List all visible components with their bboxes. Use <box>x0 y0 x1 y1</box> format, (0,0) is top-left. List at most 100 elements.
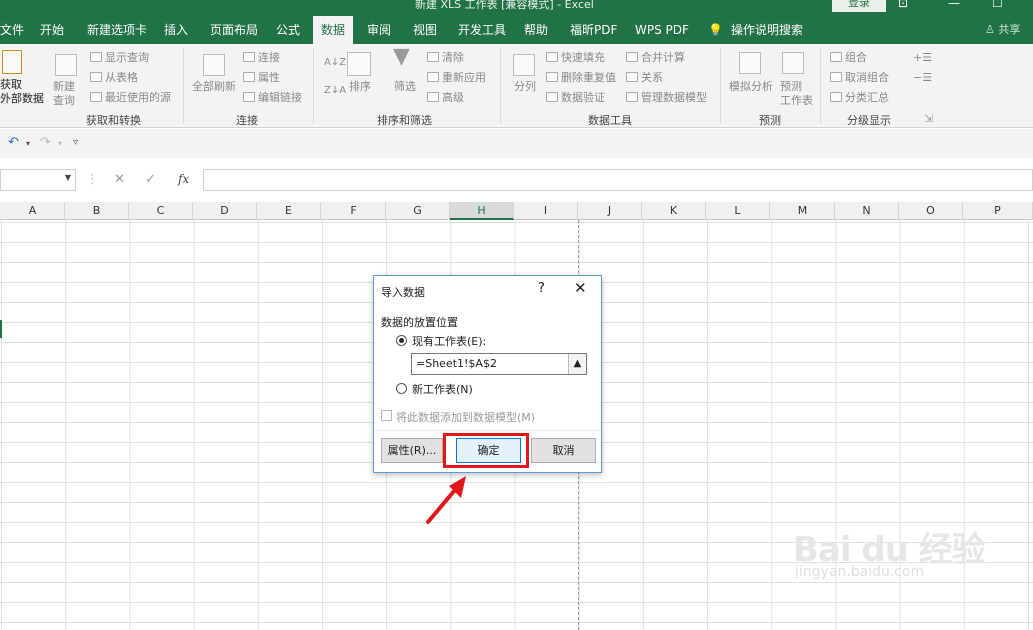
existing-sheet-radio[interactable] <box>396 335 407 346</box>
tell-me-search[interactable]: 操作说明搜索 <box>731 16 803 44</box>
undo-icon[interactable]: ↶ <box>8 135 19 150</box>
edit-links-button[interactable]: 编辑链接 <box>243 91 302 105</box>
sort-icon[interactable] <box>347 52 371 76</box>
formula-input[interactable] <box>203 169 1033 191</box>
lightbulb-icon[interactable]: 💡 <box>708 16 723 44</box>
column-header-l[interactable]: L <box>706 202 770 220</box>
tab-formulas[interactable]: 公式 <box>276 16 300 44</box>
what-if-icon[interactable] <box>739 52 761 74</box>
clear-button[interactable]: 清除 <box>427 51 464 65</box>
new-query-icon[interactable] <box>55 54 77 76</box>
tab-wps-pdf[interactable]: WPS PDF <box>635 16 689 44</box>
flash-fill-button[interactable]: 快速填充 <box>546 51 605 65</box>
hide-detail-icon[interactable]: −☰ <box>913 71 932 85</box>
add-to-data-model-checkbox[interactable] <box>381 410 392 421</box>
group-button[interactable]: 组合 <box>830 51 867 65</box>
tab-home[interactable]: 开始 <box>40 16 64 44</box>
tab-data[interactable]: 数据 <box>313 16 354 46</box>
insert-function-icon[interactable]: fx <box>178 172 189 186</box>
name-box[interactable]: ▼ <box>0 169 76 191</box>
tab-developer[interactable]: 开发工具 <box>458 16 506 44</box>
subtotal-button[interactable]: 分类汇总 <box>830 91 889 105</box>
reapply-button[interactable]: 重新应用 <box>427 71 486 85</box>
new-query-button[interactable]: 新建 查询 <box>53 80 75 108</box>
split-columns-icon[interactable] <box>513 54 535 76</box>
new-sheet-radio[interactable] <box>396 383 407 394</box>
sort-button[interactable]: 排序 <box>349 80 371 94</box>
maximize-icon[interactable]: ☐ <box>992 0 1003 10</box>
remove-duplicates-button[interactable]: 删除重复值 <box>546 71 616 85</box>
sort-za-icon[interactable]: Z↓A <box>324 84 346 98</box>
consolidate-button[interactable]: 合并计算 <box>626 51 685 65</box>
column-header-f[interactable]: F <box>322 202 386 220</box>
connections-icon <box>243 52 255 62</box>
existing-sheet-label[interactable]: 现有工作表(E): <box>412 333 486 349</box>
tab-view[interactable]: 视图 <box>413 16 437 44</box>
minimize-icon[interactable]: — <box>948 0 960 10</box>
what-if-analysis-button[interactable]: 模拟分析 <box>729 80 773 94</box>
tab-new-tab[interactable]: 新建选项卡 <box>87 16 147 44</box>
column-header-j[interactable]: J <box>578 202 642 220</box>
restore-ribbon-icon[interactable]: ⊡ <box>898 0 908 10</box>
refresh-all-icon[interactable] <box>203 54 225 76</box>
column-header-i[interactable]: I <box>514 202 578 220</box>
properties-button[interactable]: 属性 <box>243 71 280 85</box>
close-icon[interactable]: ✕ <box>574 279 587 297</box>
split-columns-button[interactable]: 分列 <box>514 80 536 94</box>
get-data-icon[interactable] <box>2 50 22 74</box>
tab-review[interactable]: 审阅 <box>367 16 391 44</box>
collapse-dialog-icon[interactable]: ▲ <box>568 354 586 374</box>
column-header-o[interactable]: O <box>899 202 963 220</box>
undo-dropdown-icon[interactable]: ▾ <box>26 139 30 148</box>
show-detail-icon[interactable]: +☰ <box>913 51 932 65</box>
redo-icon[interactable]: ↷ <box>40 135 51 150</box>
data-validation-button[interactable]: 数据验证 <box>546 91 605 105</box>
ribbon-tabs: 文件 开始 新建选项卡 插入 页面布局 公式 数据 审阅 视图 开发工具 帮助 … <box>0 16 1033 46</box>
column-header-p[interactable]: P <box>963 202 1033 220</box>
cancel-entry-icon[interactable]: ✕ <box>114 172 125 187</box>
column-header-g[interactable]: G <box>386 202 450 220</box>
refresh-all-button[interactable]: 全部刷新 <box>192 80 236 94</box>
tab-file[interactable]: 文件 <box>0 16 24 44</box>
help-icon[interactable]: ? <box>538 281 545 296</box>
column-header-n[interactable]: N <box>835 202 899 220</box>
manage-data-model-button[interactable]: 管理数据模型 <box>626 91 707 105</box>
new-sheet-label[interactable]: 新工作表(N) <box>412 381 473 397</box>
chevron-down-icon[interactable]: ▼ <box>65 173 71 182</box>
column-header-e[interactable]: E <box>257 202 321 220</box>
filter-button[interactable]: 筛选 <box>394 80 416 94</box>
column-header-a[interactable]: A <box>1 202 65 220</box>
sort-az-icon[interactable]: A↓Z <box>324 56 346 70</box>
tab-insert[interactable]: 插入 <box>164 16 188 44</box>
forecast-sheet-button[interactable]: 预测 工作表 <box>780 80 813 108</box>
tab-foxit-pdf[interactable]: 福昕PDF <box>570 16 617 44</box>
column-header-d[interactable]: D <box>193 202 257 220</box>
get-data-button[interactable]: 获取 外部数据 <box>0 78 44 106</box>
column-header-k[interactable]: K <box>642 202 706 220</box>
properties-button[interactable]: 属性(R)... <box>381 438 443 463</box>
dialog-launcher-icon[interactable]: ⇲ <box>924 112 933 125</box>
forecast-sheet-icon[interactable] <box>782 52 804 74</box>
advanced-button[interactable]: 高级 <box>427 91 464 105</box>
connections-button[interactable]: 连接 <box>243 51 280 65</box>
column-header-m[interactable]: M <box>771 202 835 220</box>
tab-help[interactable]: 帮助 <box>524 16 548 44</box>
login-button[interactable]: 登录 <box>832 0 886 12</box>
baidu-watermark: Bai du 经验 jingyan.baidu.com <box>793 522 986 580</box>
show-queries-button[interactable]: 显示查询 <box>90 51 149 65</box>
redo-dropdown-icon[interactable]: ▾ <box>58 139 62 148</box>
recent-sources-button[interactable]: 最近使用的源 <box>90 91 171 105</box>
from-table-button[interactable]: 从表格 <box>90 71 138 85</box>
relationships-button[interactable]: 关系 <box>626 71 663 85</box>
column-header-b[interactable]: B <box>65 202 129 220</box>
cancel-button[interactable]: 取消 <box>531 438 596 463</box>
column-header-c[interactable]: C <box>129 202 193 220</box>
column-header-h[interactable]: H <box>450 202 514 220</box>
customize-qat-icon[interactable]: ▿ <box>73 137 78 148</box>
tab-page-layout[interactable]: 页面布局 <box>210 16 258 44</box>
ungroup-button[interactable]: 取消组合 <box>830 71 889 85</box>
confirm-entry-icon[interactable]: ✓ <box>145 172 156 187</box>
filter-icon[interactable]: ▼ <box>393 46 410 68</box>
share-button[interactable]: ♙ 共享 <box>985 16 1020 44</box>
cell-reference-input[interactable]: =Sheet1!$A$2 ▲ <box>411 353 587 375</box>
